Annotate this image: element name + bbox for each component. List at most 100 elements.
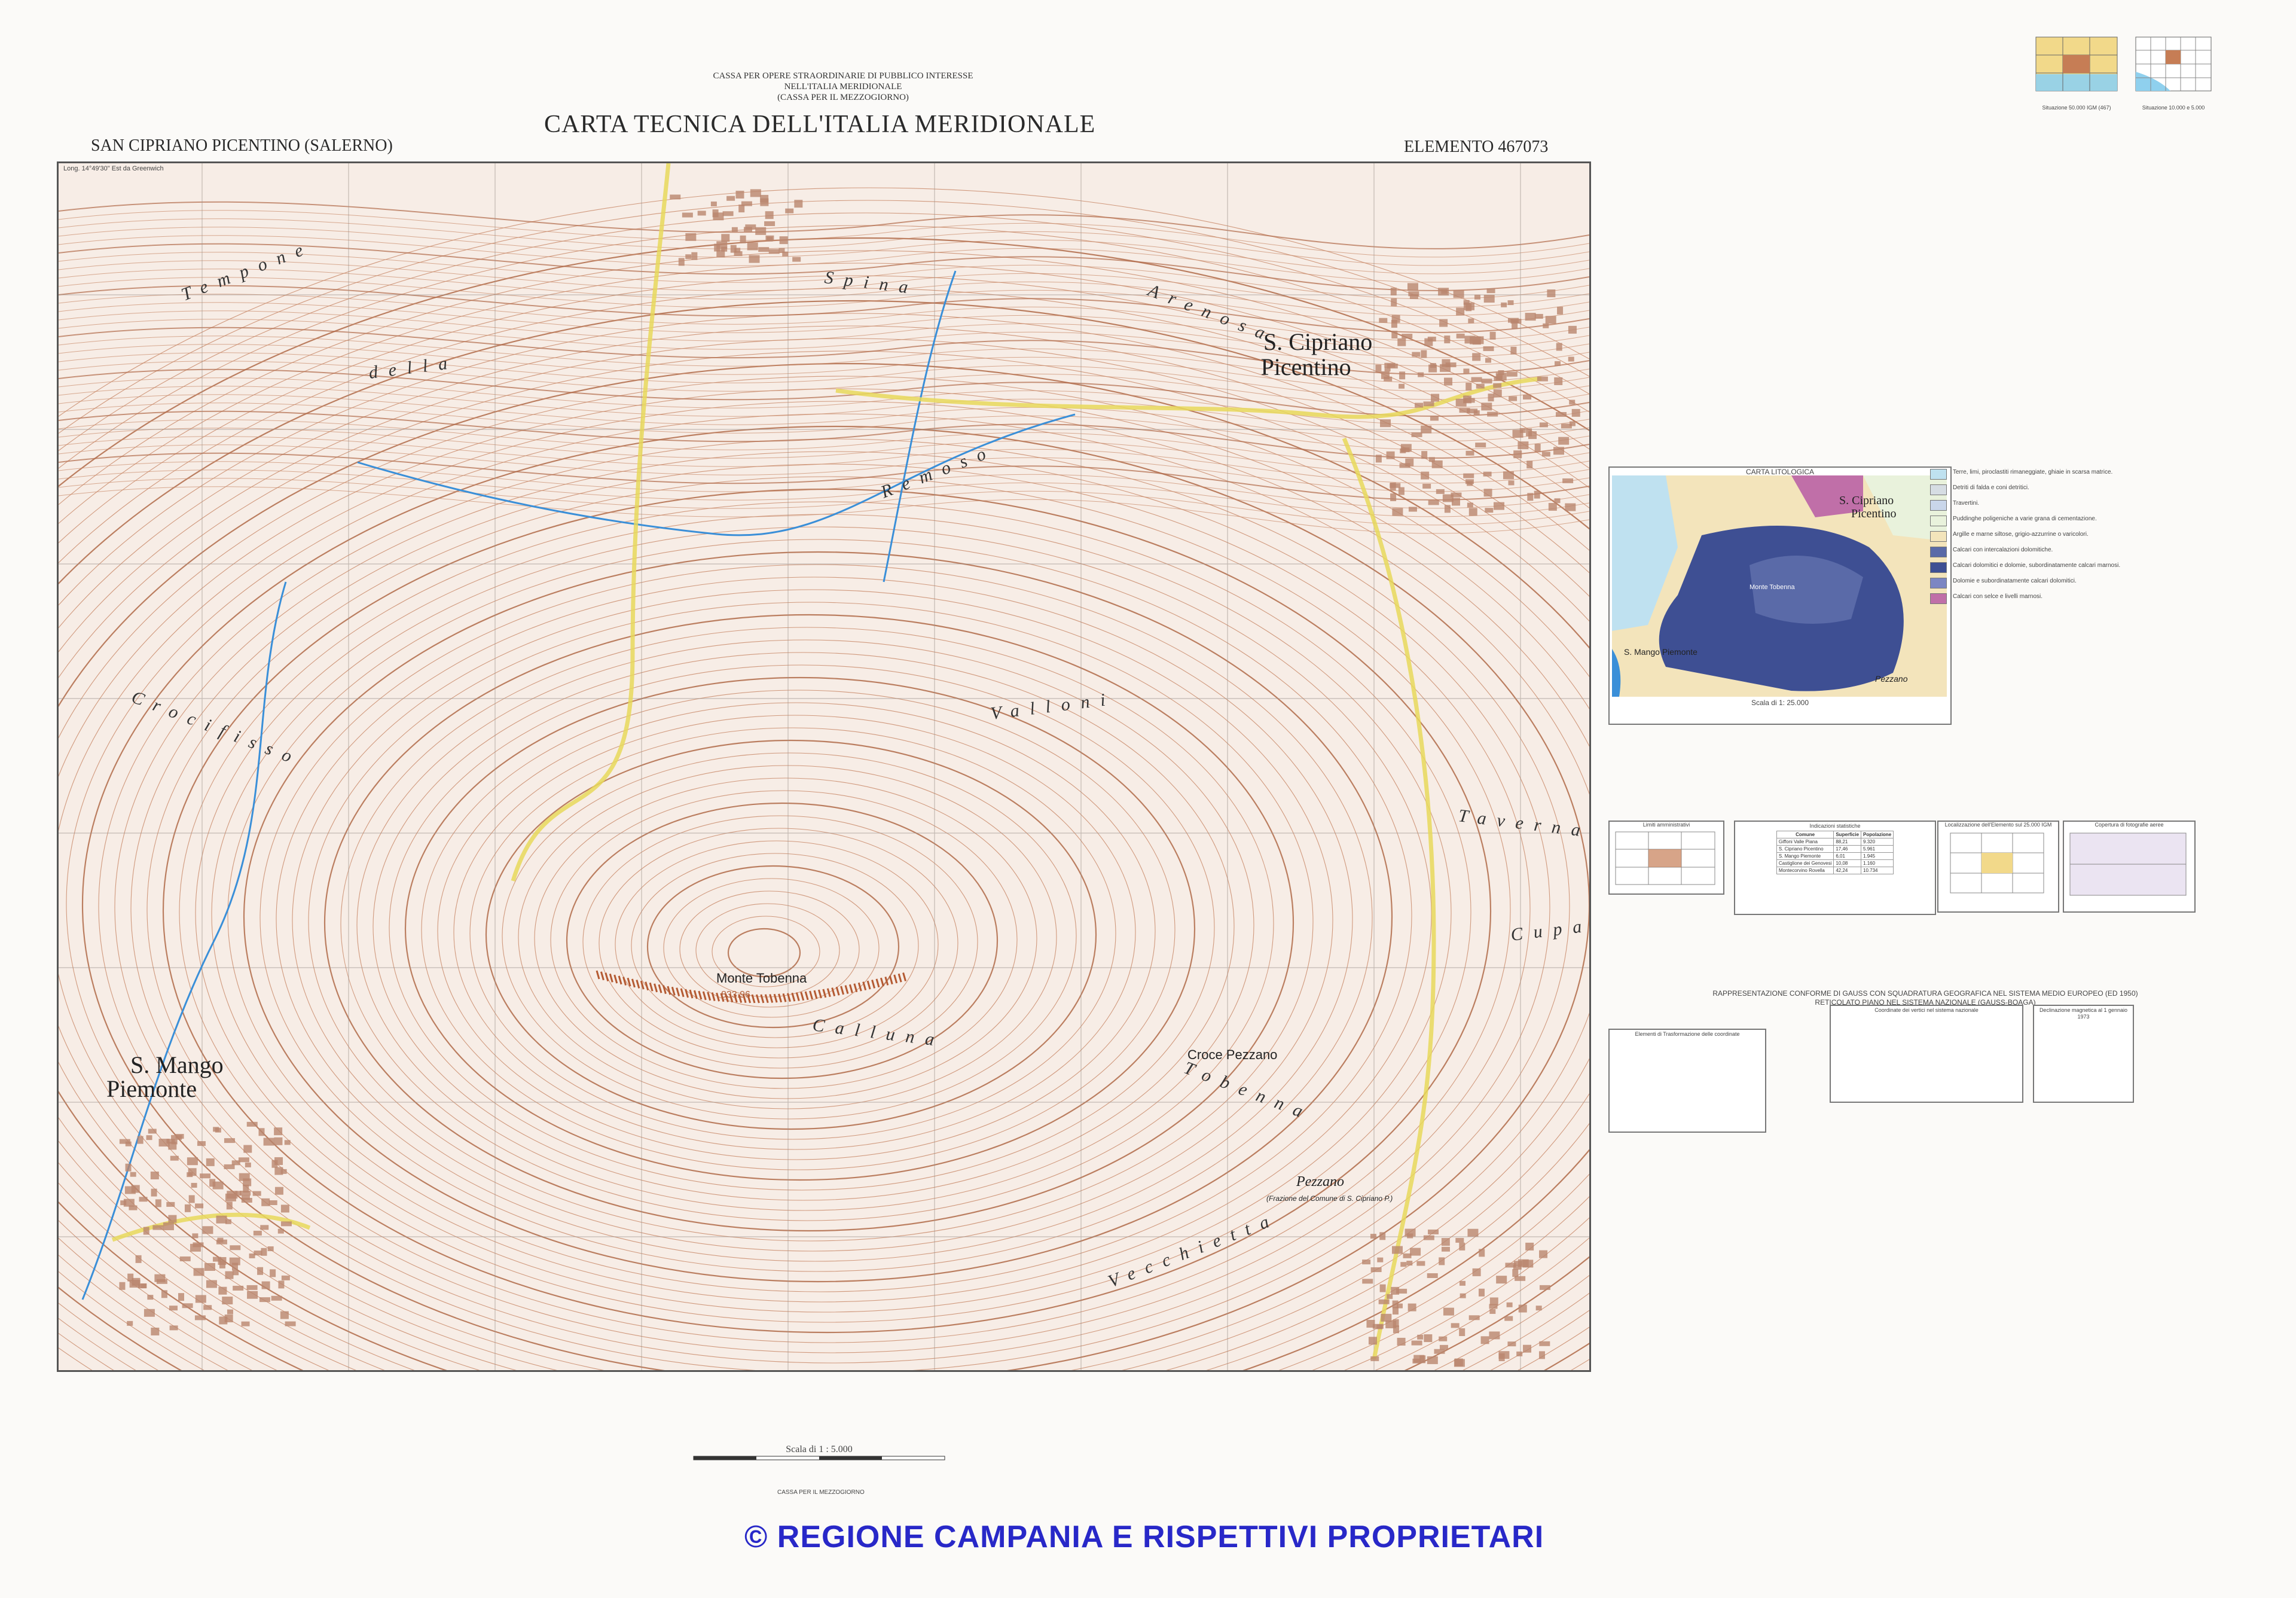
cliff-hachure [782,993,787,1002]
transform-title: Elementi di Trasformazione delle coordin… [1635,1031,1740,1037]
building [1391,1246,1403,1254]
cliff-hachure [667,986,671,995]
building [219,1316,228,1325]
building [213,1127,219,1132]
building [1569,399,1576,405]
legend-item: Detriti di falda e coni detritici. [1930,484,2205,495]
building [1557,306,1564,315]
building [224,1164,235,1169]
building [760,198,769,206]
building [179,1256,191,1261]
building [1381,1313,1392,1322]
place-pezzano: Pezzano [1296,1174,1344,1190]
monte-tobenna-elev-label: 833.96 [721,990,750,1000]
building [169,1325,178,1331]
contour-line [130,463,1531,1353]
building [1509,396,1518,401]
building [1522,1260,1534,1268]
building [1419,1355,1426,1364]
building [1455,398,1467,407]
building [148,1129,157,1134]
building [1498,370,1504,376]
building [1493,383,1502,388]
cliff-hachure [857,982,862,992]
legend-item: Dolomie e subordinatamente calcari dolom… [1930,578,2205,588]
building [794,200,803,208]
building [285,1321,296,1326]
contour-line [59,486,1589,534]
building [1391,298,1397,306]
building [178,1293,184,1301]
building [1474,294,1480,300]
building [1456,307,1465,316]
litho-scale: Scala di 1: 25.000 [1751,699,1809,707]
building [710,202,717,207]
building [204,1262,215,1271]
building [1508,480,1515,486]
building [212,1257,221,1262]
building [281,1275,290,1280]
building [1565,503,1576,511]
building [740,235,746,243]
building [1467,408,1478,414]
building [1539,1285,1550,1290]
cliff-hachure [822,989,827,998]
statistics-table: Comune Superficie Popolazione Giffoni Valle… [1776,831,1894,874]
building [1444,377,1453,386]
building [726,196,735,201]
building [721,234,730,242]
building [188,1195,195,1203]
building [1489,1309,1496,1314]
building [1453,290,1464,298]
building [1523,394,1532,399]
building [1489,331,1496,340]
pezzano-subtitle: (Frazione del Comune di S. Cipriano P.) [1266,1194,1393,1203]
building [1455,1237,1464,1243]
contour-line [162,488,1492,1334]
building [1568,356,1574,362]
legend-text: Argille e marne siltose, grigio-azzurrin… [1953,531,2089,538]
building [191,1182,197,1188]
building [749,255,760,263]
building [1421,451,1428,459]
building [1488,394,1494,402]
building [1512,1269,1519,1277]
place-monte-tobenna: Monte Tobenna [716,971,807,986]
litho-legend: Terre, limi, piroclastiti rimaneggiate, … [1930,469,2205,609]
building [1467,502,1473,508]
building [1534,443,1541,452]
building [170,1155,179,1161]
building [782,251,789,257]
cliff-hachure [791,992,796,1002]
building [747,242,758,251]
building [1523,1344,1532,1353]
building [166,1201,175,1207]
building [1553,447,1565,455]
table-cell: Giffoni Valle Piana [1776,838,1834,846]
building [1456,333,1465,338]
building [1558,437,1570,445]
building [1379,1284,1386,1292]
building [1443,1307,1454,1316]
topographic-map[interactable]: Tempone della Spina Arenosa Remoso Valloni Cal… [57,161,1591,1372]
building [1407,1303,1416,1312]
building [670,194,681,200]
building [151,1188,157,1197]
cliff-hachure [609,973,613,983]
cliff-hachure [844,985,849,994]
building [229,1257,240,1265]
building [135,1255,142,1263]
building [1481,379,1492,384]
building [1399,463,1410,468]
legend-swatch [1930,484,1947,495]
table-cell: 17,46 [1833,845,1862,853]
building [1513,1264,1522,1270]
building [697,211,706,216]
map-title: CARTA TECNICA DELL'ITALIA MERIDIONALE [544,111,1096,138]
building [143,1227,149,1235]
building [768,249,780,254]
building [188,1168,197,1176]
building [1539,422,1548,428]
building [155,1199,161,1207]
table-cell: 5.961 [1861,845,1894,853]
